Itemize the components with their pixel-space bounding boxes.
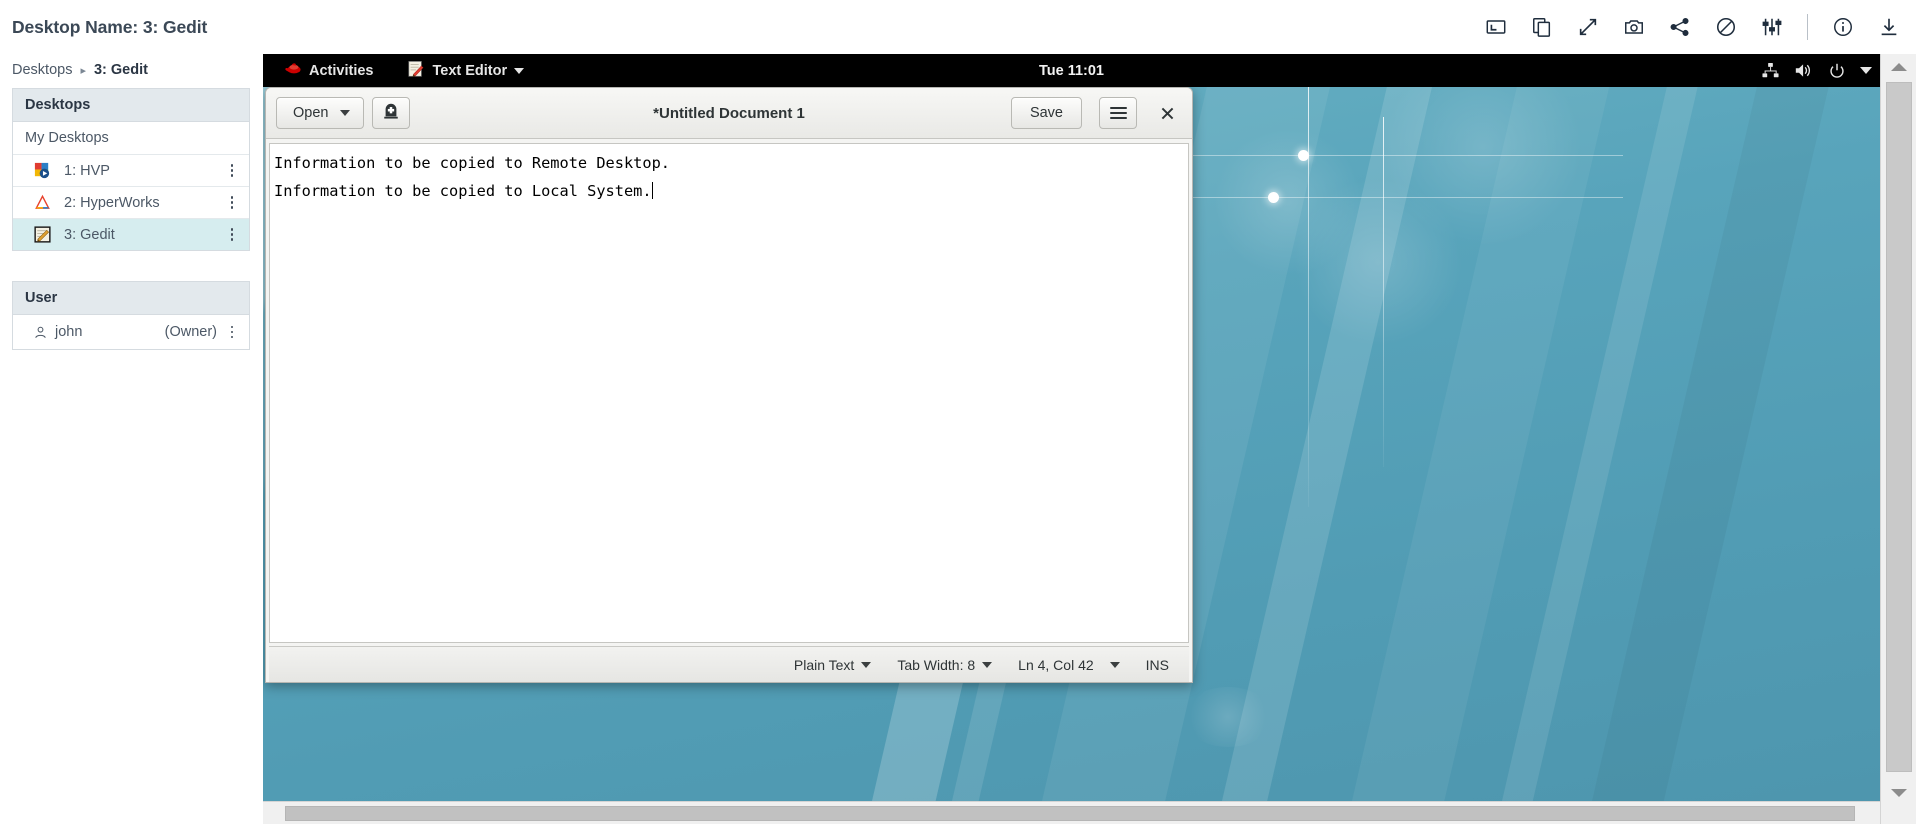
editor-line-1: Information to be copied to Remote Deskt… [274, 154, 671, 172]
horizontal-scrollbar[interactable] [263, 801, 1880, 824]
activities-button[interactable]: Activities [273, 56, 383, 85]
sidebar-item-gedit[interactable]: 3: Gedit [13, 219, 249, 250]
gedit-status-bar: Plain Text Tab Width: 8 Ln 4, Col 42 INS [269, 646, 1189, 682]
desktops-panel-header: Desktops [13, 89, 249, 122]
kebab-menu-icon[interactable] [225, 194, 239, 212]
save-button[interactable]: Save [1010, 97, 1082, 129]
share-icon[interactable] [1667, 14, 1693, 40]
gedit-icon [33, 225, 52, 244]
top-toolbar [1483, 14, 1902, 40]
camera-icon[interactable] [1621, 14, 1647, 40]
scroll-up-button[interactable] [1881, 56, 1916, 78]
hyperworks-icon [33, 193, 52, 212]
redhat-logo-icon [283, 61, 302, 80]
my-desktops-label: My Desktops [13, 122, 249, 155]
chevron-down-icon [982, 661, 993, 668]
cursor-position: Ln 4, Col 42 [1018, 657, 1094, 673]
expand-icon[interactable] [1575, 14, 1601, 40]
save-button-label: Save [1029, 105, 1063, 121]
kebab-menu-icon[interactable] [225, 226, 239, 244]
wallpaper-dot [1268, 192, 1279, 203]
horizontal-scrollbar-thumb[interactable] [285, 806, 1855, 821]
sidebar-item-label: 2: HyperWorks [64, 194, 160, 211]
sidebar-item-hyperworks[interactable]: 2: HyperWorks [13, 187, 249, 219]
copy-icon[interactable] [1529, 14, 1555, 40]
user-name: john [55, 324, 83, 340]
desktops-panel: Desktops My Desktops 1: HVP 2: HyperWork… [12, 88, 250, 251]
user-panel-header: User [13, 282, 249, 315]
open-button[interactable]: Open [276, 97, 365, 129]
chevron-down-icon [861, 661, 872, 668]
language-label: Plain Text [793, 656, 855, 673]
breadcrumb-current: 3: Gedit [93, 62, 148, 78]
top-header: Desktop Name: 3: Gedit [0, 0, 1916, 54]
block-icon[interactable] [1713, 14, 1739, 40]
sidebar-item-label: 1: HVP [64, 162, 110, 179]
sliders-icon[interactable] [1759, 14, 1785, 40]
remote-desktop-viewport[interactable]: Activities Text Editor Tue 11:01 Open *U… [263, 54, 1880, 801]
tab-width-selector[interactable]: Tab Width: 8 [897, 656, 993, 673]
info-icon[interactable] [1830, 14, 1856, 40]
close-button[interactable] [1152, 98, 1182, 128]
new-document-icon [382, 102, 400, 124]
page-title: Desktop Name: 3: Gedit [12, 16, 208, 37]
chevron-down-icon [340, 110, 351, 116]
gedit-window[interactable]: Open *Untitled Document 1 Save Informati… [265, 87, 1193, 683]
vertical-scrollbar-thumb[interactable] [1886, 82, 1912, 772]
gedit-header-bar: Open *Untitled Document 1 Save [266, 88, 1192, 139]
language-selector[interactable]: Plain Text [793, 656, 872, 673]
power-icon[interactable] [1828, 62, 1846, 80]
new-document-button[interactable] [372, 97, 411, 129]
text-editor-icon [407, 60, 425, 82]
hamburger-menu-icon [1109, 106, 1127, 120]
breadcrumb: Desktops ▸ 3: Gedit [0, 54, 262, 88]
breadcrumb-root[interactable]: Desktops [12, 62, 72, 78]
user-panel: User john (Owner) [12, 281, 250, 350]
chevron-down-icon[interactable] [1860, 67, 1872, 74]
sidebar: Desktops ▸ 3: Gedit Desktops My Desktops… [0, 54, 262, 824]
app-menu-label: Text Editor [432, 62, 508, 79]
user-row-john[interactable]: john (Owner) [13, 315, 249, 349]
insert-mode-label: INS [1145, 656, 1169, 673]
vertical-scrollbar[interactable] [1880, 54, 1916, 824]
insert-mode: INS [1146, 657, 1169, 673]
screen-icon[interactable] [1483, 14, 1509, 40]
sidebar-item-hvp[interactable]: 1: HVP [13, 155, 249, 187]
chevron-down-icon [514, 67, 525, 74]
tab-width-label: Tab Width: 8 [897, 656, 976, 673]
editor-line-4: Information to be copied to Local System… [274, 181, 652, 200]
text-cursor [651, 181, 654, 199]
position-dropdown[interactable] [1109, 661, 1120, 668]
kebab-menu-icon[interactable] [225, 323, 239, 341]
download-icon[interactable] [1876, 14, 1902, 40]
sidebar-item-label: 3: Gedit [64, 226, 115, 243]
wallpaper-dot [1298, 150, 1309, 161]
gedit-text-area[interactable]: Information to be copied to Remote Deskt… [269, 143, 1189, 643]
breadcrumb-separator: ▸ [80, 64, 86, 77]
user-role: (Owner) [164, 324, 217, 340]
chevron-down-icon [1109, 661, 1120, 668]
cursor-position-label: Ln 4, Col 42 [1018, 656, 1094, 673]
volume-icon[interactable] [1794, 62, 1814, 79]
gnome-clock[interactable]: Tue 11:01 [1039, 63, 1104, 79]
hvp-icon [33, 161, 52, 180]
scroll-down-button[interactable] [1881, 782, 1916, 804]
app-menu-button[interactable]: Text Editor [397, 55, 534, 87]
activities-label: Activities [309, 62, 374, 79]
network-icon[interactable] [1761, 62, 1780, 79]
kebab-menu-icon[interactable] [225, 162, 239, 180]
user-avatar-icon [33, 325, 48, 340]
toolbar-divider [1807, 14, 1808, 40]
gnome-top-bar: Activities Text Editor Tue 11:01 [263, 54, 1880, 87]
hamburger-menu-button[interactable] [1099, 97, 1137, 129]
open-button-label: Open [293, 105, 329, 121]
